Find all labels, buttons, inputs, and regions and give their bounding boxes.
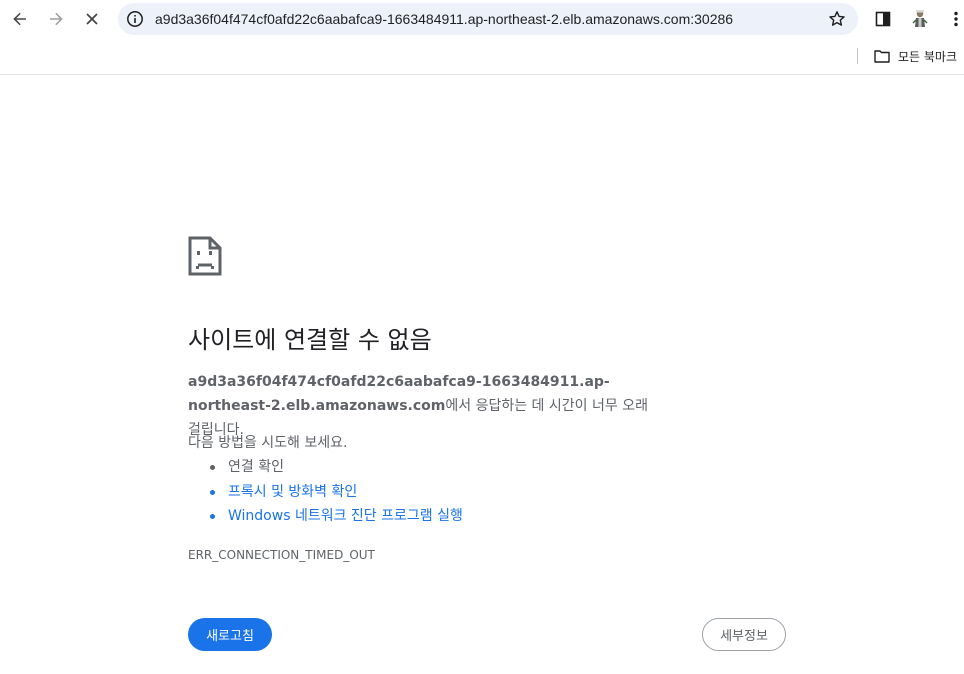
page-title: 사이트에 연결할 수 없음 (188, 326, 432, 354)
forward-button[interactable] (42, 5, 70, 33)
address-bar[interactable]: a9d3a36f04f474cf0afd22c6aabafca9-1663484… (118, 3, 858, 35)
all-bookmarks-button[interactable]: 모든 북마크 (874, 46, 957, 66)
arrow-left-icon (13, 12, 26, 26)
menu-button[interactable] (942, 5, 964, 33)
suggestion-label: 연결 확인 (228, 459, 284, 475)
side-panel-button[interactable] (869, 5, 897, 33)
reload-button[interactable]: 새로고침 (188, 618, 272, 651)
suggestion-run-diagnostics[interactable]: Windows 네트워크 진단 프로그램 실행 (210, 504, 463, 529)
bullet-icon (210, 465, 215, 470)
profile-button[interactable] (906, 5, 934, 33)
details-button[interactable]: 세부정보 (702, 618, 786, 651)
close-icon (86, 13, 98, 25)
suggestions-intro: 다음 방법을 시도해 보세요. (188, 435, 348, 451)
avatar (912, 10, 928, 27)
suggestion-check-proxy[interactable]: 프록시 및 방화벽 확인 (210, 480, 463, 505)
suggestions-list: 연결 확인 프록시 및 방화벽 확인 Windows 네트워크 진단 프로그램 … (210, 455, 463, 529)
sad-document-icon (188, 236, 222, 276)
arrow-right-icon (50, 12, 63, 26)
url-text[interactable]: a9d3a36f04f474cf0afd22c6aabafca9-1663484… (155, 3, 733, 35)
bullet-icon (210, 514, 215, 519)
info-icon[interactable] (126, 10, 144, 28)
check-proxy-link[interactable]: 프록시 및 방화벽 확인 (228, 484, 357, 500)
all-bookmarks-label: 모든 북마크 (898, 49, 958, 64)
browser-toolbar: a9d3a36f04f474cf0afd22c6aabafca9-1663484… (0, 0, 964, 38)
star-icon[interactable] (828, 10, 846, 28)
bookmarks-separator (857, 48, 858, 64)
stop-button[interactable] (78, 5, 106, 33)
suggestion-check-connection: 연결 확인 (210, 455, 463, 480)
folder-icon (874, 50, 890, 63)
side-panel-icon (875, 11, 891, 27)
run-diagnostics-link[interactable]: Windows 네트워크 진단 프로그램 실행 (228, 508, 463, 524)
more-vert-icon (954, 11, 958, 27)
bookmarks-bar: 모든 북마크 (0, 38, 964, 75)
error-code: ERR_CONNECTION_TIMED_OUT (188, 548, 375, 562)
back-button[interactable] (6, 5, 34, 33)
bullet-icon (210, 489, 215, 495)
